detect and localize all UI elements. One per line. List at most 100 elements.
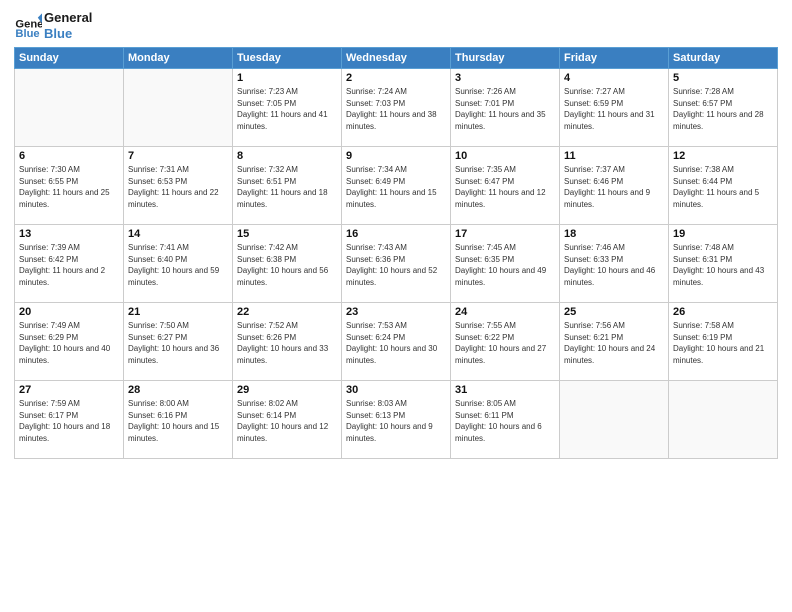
day-info: Sunrise: 7:26 AM Sunset: 7:01 PM Dayligh… — [455, 86, 555, 132]
day-number: 30 — [346, 384, 446, 396]
calendar-cell: 20 Sunrise: 7:49 AM Sunset: 6:29 PM Dayli… — [15, 303, 124, 381]
day-info: Sunrise: 7:28 AM Sunset: 6:57 PM Dayligh… — [673, 86, 773, 132]
day-info: Sunrise: 7:48 AM Sunset: 6:31 PM Dayligh… — [673, 242, 773, 288]
column-header-thursday: Thursday — [451, 48, 560, 69]
column-header-wednesday: Wednesday — [342, 48, 451, 69]
calendar-cell: 17Sunrise: 7:45 AM Sunset: 6:35 PM Dayli… — [451, 225, 560, 303]
calendar-table: SundayMondayTuesdayWednesdayThursdayFrid… — [14, 47, 778, 459]
day-number: 4 — [564, 72, 664, 84]
calendar-cell: 6Sunrise: 7:30 AM Sunset: 6:55 PM Daylig… — [15, 147, 124, 225]
day-number: 24 — [455, 306, 555, 318]
calendar-cell: 8 Sunrise: 7:32 AM Sunset: 6:51 PM Daylig… — [233, 147, 342, 225]
day-info: Sunrise: 7:37 AM Sunset: 6:46 PM Dayligh… — [564, 164, 664, 210]
day-number: 13 — [19, 228, 119, 240]
day-info: Sunrise: 7:24 AM Sunset: 7:03 PM Dayligh… — [346, 86, 446, 132]
day-info: Sunrise: 7:55 AM Sunset: 6:22 PM Dayligh… — [455, 320, 555, 366]
day-info: Sunrise: 7:49 AM Sunset: 6:29 PM Dayligh… — [19, 320, 119, 366]
calendar-cell: 24 Sunrise: 7:55 AM Sunset: 6:22 PM Dayli… — [451, 303, 560, 381]
day-info: Sunrise: 7:43 AM Sunset: 6:36 PM Dayligh… — [346, 242, 446, 288]
calendar-cell: 15Sunrise: 7:42 AM Sunset: 6:38 PM Dayli… — [233, 225, 342, 303]
day-info: Sunrise: 7:31 AM Sunset: 6:53 PM Dayligh… — [128, 164, 228, 210]
day-number: 29 — [237, 384, 337, 396]
day-number: 1 — [237, 72, 337, 84]
day-info: Sunrise: 7:42 AM Sunset: 6:38 PM Dayligh… — [237, 242, 337, 288]
day-info: Sunrise: 7:32 AM Sunset: 6:51 PM Dayligh… — [237, 164, 337, 210]
day-info: Sunrise: 7:46 AM Sunset: 6:33 PM Dayligh… — [564, 242, 664, 288]
day-number: 23 — [346, 306, 446, 318]
day-number: 10 — [455, 150, 555, 162]
calendar-cell: 3 Sunrise: 7:26 AM Sunset: 7:01 PM Daylig… — [451, 69, 560, 147]
calendar-cell: 23 Sunrise: 7:53 AM Sunset: 6:24 PM Dayli… — [342, 303, 451, 381]
day-number: 27 — [19, 384, 119, 396]
logo: General Blue General Blue — [14, 10, 92, 41]
day-number: 3 — [455, 72, 555, 84]
day-info: Sunrise: 7:58 AM Sunset: 6:19 PM Dayligh… — [673, 320, 773, 366]
header: General Blue General Blue — [14, 10, 778, 41]
day-info: Sunrise: 7:35 AM Sunset: 6:47 PM Dayligh… — [455, 164, 555, 210]
calendar-cell: 26 Sunrise: 7:58 AM Sunset: 6:19 PM Dayli… — [669, 303, 778, 381]
calendar-cell: 12 Sunrise: 7:38 AM Sunset: 6:44 PM Dayli… — [669, 147, 778, 225]
day-number: 9 — [346, 150, 446, 162]
day-info: Sunrise: 7:38 AM Sunset: 6:44 PM Dayligh… — [673, 164, 773, 210]
calendar-cell: 10 Sunrise: 7:35 AM Sunset: 6:47 PM Dayli… — [451, 147, 560, 225]
day-info: Sunrise: 7:23 AM Sunset: 7:05 PM Dayligh… — [237, 86, 337, 132]
calendar-cell: 2 Sunrise: 7:24 AM Sunset: 7:03 PM Daylig… — [342, 69, 451, 147]
week-row-5: 27 Sunrise: 7:59 AM Sunset: 6:17 PM Dayli… — [15, 381, 778, 459]
week-row-4: 20 Sunrise: 7:49 AM Sunset: 6:29 PM Dayli… — [15, 303, 778, 381]
page: General Blue General Blue SundayMondayTu… — [0, 0, 792, 612]
calendar-cell: 19 Sunrise: 7:48 AM Sunset: 6:31 PM Dayli… — [669, 225, 778, 303]
day-number: 5 — [673, 72, 773, 84]
calendar-cell: 27 Sunrise: 7:59 AM Sunset: 6:17 PM Dayli… — [15, 381, 124, 459]
calendar-cell: 22 Sunrise: 7:52 AM Sunset: 6:26 PM Dayli… — [233, 303, 342, 381]
day-number: 2 — [346, 72, 446, 84]
column-header-friday: Friday — [560, 48, 669, 69]
day-number: 8 — [237, 150, 337, 162]
day-number: 19 — [673, 228, 773, 240]
calendar-cell: 30Sunrise: 8:03 AM Sunset: 6:13 PM Dayli… — [342, 381, 451, 459]
week-row-3: 13 Sunrise: 7:39 AM Sunset: 6:42 PM Dayli… — [15, 225, 778, 303]
calendar-cell: 25Sunrise: 7:56 AM Sunset: 6:21 PM Dayli… — [560, 303, 669, 381]
day-info: Sunrise: 7:56 AM Sunset: 6:21 PM Dayligh… — [564, 320, 664, 366]
calendar-cell: 9Sunrise: 7:34 AM Sunset: 6:49 PM Daylig… — [342, 147, 451, 225]
column-header-monday: Monday — [124, 48, 233, 69]
day-info: Sunrise: 7:45 AM Sunset: 6:35 PM Dayligh… — [455, 242, 555, 288]
calendar-cell: 1 Sunrise: 7:23 AM Sunset: 7:05 PM Daylig… — [233, 69, 342, 147]
logo-name: General Blue — [44, 10, 92, 41]
day-info: Sunrise: 7:53 AM Sunset: 6:24 PM Dayligh… — [346, 320, 446, 366]
day-number: 7 — [128, 150, 228, 162]
day-info: Sunrise: 8:05 AM Sunset: 6:11 PM Dayligh… — [455, 398, 555, 444]
day-number: 31 — [455, 384, 555, 396]
day-number: 6 — [19, 150, 119, 162]
column-header-tuesday: Tuesday — [233, 48, 342, 69]
calendar-cell: 31 Sunrise: 8:05 AM Sunset: 6:11 PM Dayli… — [451, 381, 560, 459]
day-info: Sunrise: 8:00 AM Sunset: 6:16 PM Dayligh… — [128, 398, 228, 444]
day-number: 20 — [19, 306, 119, 318]
day-number: 22 — [237, 306, 337, 318]
column-header-sunday: Sunday — [15, 48, 124, 69]
day-number: 16 — [346, 228, 446, 240]
calendar-cell: 11Sunrise: 7:37 AM Sunset: 6:46 PM Dayli… — [560, 147, 669, 225]
calendar-cell: 16 Sunrise: 7:43 AM Sunset: 6:36 PM Dayli… — [342, 225, 451, 303]
calendar-cell — [124, 69, 233, 147]
header-row: SundayMondayTuesdayWednesdayThursdayFrid… — [15, 48, 778, 69]
calendar-cell — [15, 69, 124, 147]
calendar-cell: 14 Sunrise: 7:41 AM Sunset: 6:40 PM Dayli… — [124, 225, 233, 303]
calendar-cell: 4 Sunrise: 7:27 AM Sunset: 6:59 PM Daylig… — [560, 69, 669, 147]
calendar-cell — [560, 381, 669, 459]
day-number: 14 — [128, 228, 228, 240]
day-number: 21 — [128, 306, 228, 318]
day-number: 26 — [673, 306, 773, 318]
day-info: Sunrise: 7:39 AM Sunset: 6:42 PM Dayligh… — [19, 242, 119, 288]
calendar-cell: 29 Sunrise: 8:02 AM Sunset: 6:14 PM Dayli… — [233, 381, 342, 459]
day-info: Sunrise: 7:52 AM Sunset: 6:26 PM Dayligh… — [237, 320, 337, 366]
day-info: Sunrise: 7:27 AM Sunset: 6:59 PM Dayligh… — [564, 86, 664, 132]
day-info: Sunrise: 7:41 AM Sunset: 6:40 PM Dayligh… — [128, 242, 228, 288]
day-info: Sunrise: 7:59 AM Sunset: 6:17 PM Dayligh… — [19, 398, 119, 444]
calendar-cell — [669, 381, 778, 459]
day-number: 18 — [564, 228, 664, 240]
calendar-cell: 21Sunrise: 7:50 AM Sunset: 6:27 PM Dayli… — [124, 303, 233, 381]
calendar-cell: 18 Sunrise: 7:46 AM Sunset: 6:33 PM Dayli… — [560, 225, 669, 303]
calendar-cell: 13 Sunrise: 7:39 AM Sunset: 6:42 PM Dayli… — [15, 225, 124, 303]
day-info: Sunrise: 8:02 AM Sunset: 6:14 PM Dayligh… — [237, 398, 337, 444]
day-number: 12 — [673, 150, 773, 162]
